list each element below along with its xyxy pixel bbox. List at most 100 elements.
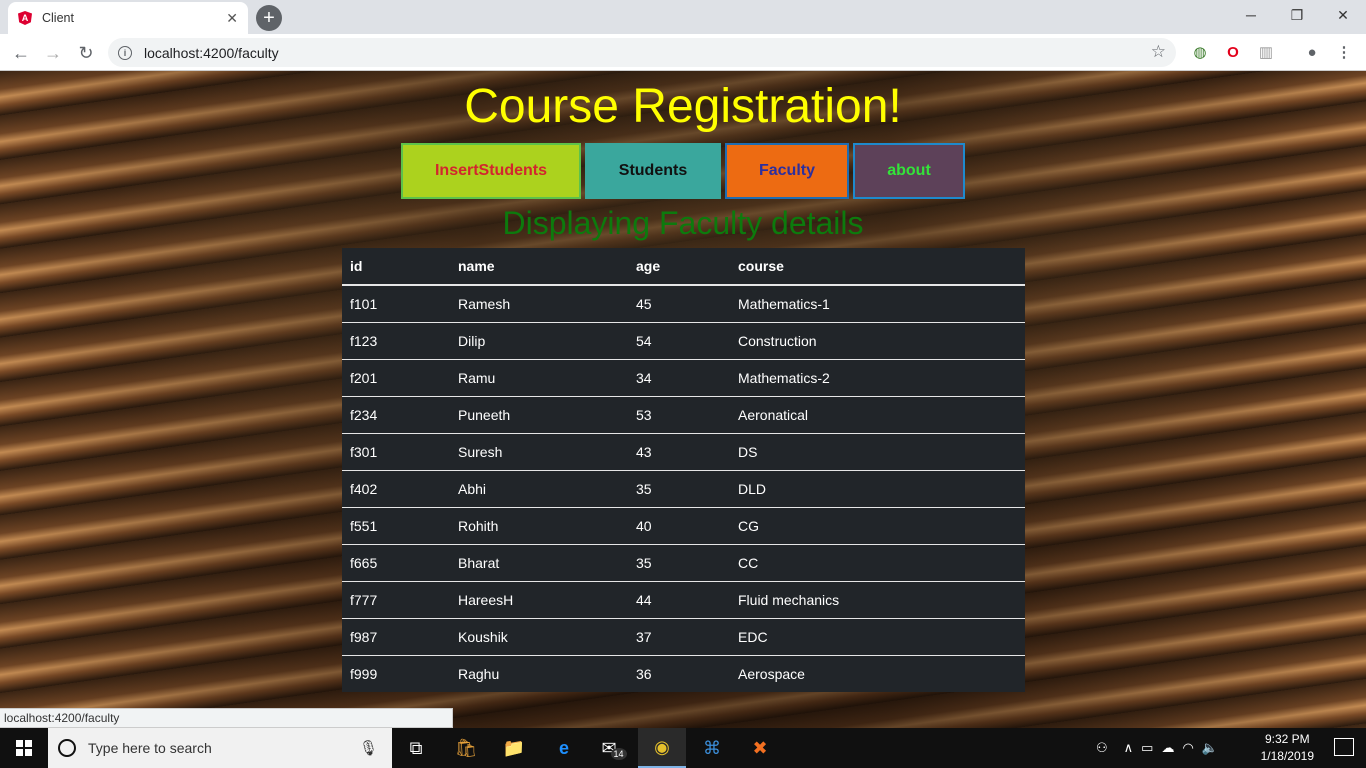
cell-name: Rohith <box>450 507 628 545</box>
table-row: f777 HareesH 44 Fluid mechanics <box>342 581 1025 619</box>
angular-icon: A <box>18 11 32 25</box>
cell-course: Fluid mechanics <box>730 581 1025 619</box>
nav-insert-students[interactable]: InsertStudents <box>401 143 581 199</box>
cortana-icon <box>58 739 76 757</box>
nav-faculty[interactable]: Faculty <box>725 143 849 199</box>
header-id: id <box>342 248 450 286</box>
page-content: Course Registration! InsertStudents Stud… <box>0 71 1366 728</box>
close-tab-icon[interactable]: ✕ <box>226 10 238 27</box>
mail-badge: 14 <box>610 748 627 760</box>
opera-icon[interactable]: O <box>1223 42 1243 62</box>
battery-icon[interactable]: ▭ <box>1141 740 1153 756</box>
cell-id: f123 <box>342 322 450 360</box>
windows-start-button[interactable] <box>0 728 48 768</box>
cell-course: Aerospace <box>738 665 805 682</box>
table-row: f234 Puneeth 53 Aeronatical <box>342 396 1025 434</box>
chrome-icon[interactable]: ◉ <box>638 728 686 768</box>
xampp-icon[interactable]: ✖ <box>736 728 784 768</box>
cell-name: HareesH <box>450 581 628 619</box>
cell-course: EDC <box>730 618 1025 656</box>
browser-toolbar: ← → ↻ i localhost:4200/faculty ☆ ◍ O ▥ ●… <box>0 34 1366 71</box>
restore-icon[interactable]: ❐ <box>1274 0 1320 30</box>
people-icon[interactable]: ⚇ <box>1096 740 1108 756</box>
nav-about[interactable]: about <box>853 143 965 199</box>
wifi-icon[interactable]: ◠ <box>1182 740 1193 756</box>
address-bar[interactable]: i localhost:4200/faculty ☆ <box>108 38 1176 67</box>
cell-name: Ramesh <box>450 285 628 323</box>
taskbar-search[interactable]: Type here to search 🎙 <box>48 728 392 768</box>
cell-age: 53 <box>628 396 730 434</box>
cell-course: DS <box>730 433 1025 471</box>
profile-icon[interactable]: ● <box>1302 42 1322 62</box>
taskbar: Type here to search 🎙 ⧉ 🛍 📁 e ✉ 14 ◉ ⌘ ✖ … <box>0 728 1366 768</box>
tab-strip: A Client ✕ + ─ ❐ ✕ <box>0 0 1366 34</box>
task-view-icon[interactable]: ⧉ <box>392 728 440 768</box>
new-tab-button[interactable]: + <box>256 5 282 31</box>
close-window-icon[interactable]: ✕ <box>1320 0 1366 30</box>
cell-age: 44 <box>628 581 730 619</box>
cell-course: Mathematics-2 <box>730 359 1025 397</box>
forward-icon[interactable]: → <box>40 40 66 66</box>
faculty-table: id name age course f101 Ramesh 45 Mathemati… <box>342 248 1025 692</box>
action-center-icon[interactable] <box>1334 738 1354 756</box>
info-icon[interactable]: i <box>118 45 132 60</box>
header-name: name <box>450 248 628 286</box>
cell-name: Bharat <box>450 544 628 582</box>
extension-chart-icon[interactable]: ▥ <box>1256 42 1276 62</box>
microphone-icon[interactable]: 🎙 <box>359 739 378 757</box>
file-explorer-icon[interactable]: 📁 <box>490 728 538 768</box>
extension-globe-icon[interactable]: ◍ <box>1190 42 1210 62</box>
header-course: course <box>730 248 1025 286</box>
status-bar: localhost:4200/faculty <box>0 708 453 728</box>
mail-icon[interactable]: ✉ 14 <box>590 728 638 768</box>
cell-id: f301 <box>342 433 450 471</box>
bookmark-star-icon[interactable]: ☆ <box>1151 42 1166 62</box>
table-row: f987 Koushik 37 EDC <box>342 618 1025 656</box>
volume-icon[interactable]: 🔈 <box>1202 740 1218 756</box>
clock-date: 1/18/2019 <box>1260 749 1314 763</box>
section-subtitle: Displaying Faculty details <box>502 205 864 241</box>
menu-dots-icon[interactable]: ⋮ <box>1334 42 1354 62</box>
url-text[interactable]: localhost:4200/faculty <box>144 45 279 61</box>
cell-id: f101 <box>342 285 450 323</box>
store-icon[interactable]: 🛍 <box>442 728 490 768</box>
show-hidden-icon[interactable]: ∧ <box>1124 740 1134 756</box>
reload-icon[interactable]: ↻ <box>73 40 99 66</box>
search-placeholder: Type here to search <box>88 740 212 756</box>
cell-age: 36 <box>636 665 652 682</box>
cell-age: 37 <box>628 618 730 656</box>
minimize-icon[interactable]: ─ <box>1228 0 1274 30</box>
clock[interactable]: 9:32 PM 1/18/2019 <box>1261 731 1314 765</box>
cell-name: Dilip <box>450 322 628 360</box>
cell-age: 45 <box>628 285 730 323</box>
cell-age: 35 <box>628 470 730 508</box>
header-age: age <box>628 248 730 286</box>
cell-id: f777 <box>342 581 450 619</box>
cell-course: Mathematics-1 <box>730 285 1025 323</box>
cell-id: f999 <box>350 665 378 682</box>
clock-time: 9:32 PM <box>1264 732 1310 746</box>
table-row: f301 Suresh 43 DS <box>342 433 1025 471</box>
cell-name: Koushik <box>450 618 628 656</box>
cell-name: Ramu <box>450 359 628 397</box>
tab-title: Client <box>42 11 74 25</box>
cell-course: Aeronatical <box>730 396 1025 434</box>
cell-age: 35 <box>628 544 730 582</box>
edge-icon[interactable]: e <box>540 728 588 768</box>
cell-name: Raghu <box>458 665 500 682</box>
table-row: f402 Abhi 35 DLD <box>342 470 1025 508</box>
cell-id: f201 <box>342 359 450 397</box>
back-icon[interactable]: ← <box>8 40 34 66</box>
vscode-icon[interactable]: ⌘ <box>688 728 736 768</box>
onedrive-icon[interactable]: ☁ <box>1161 740 1174 756</box>
cell-id: f234 <box>342 396 450 434</box>
nav-students[interactable]: Students <box>585 143 721 199</box>
table-row: f999 Raghu 36 Aerospace <box>342 655 1025 692</box>
browser-tab[interactable]: A Client ✕ <box>8 2 248 34</box>
tray-icons: ⚇ ∧ ▭ ☁ ◠ 🔈 <box>1096 728 1218 768</box>
cell-id: f987 <box>342 618 450 656</box>
cell-id: f402 <box>342 470 450 508</box>
table-row: f201 Ramu 34 Mathematics-2 <box>342 359 1025 397</box>
cell-id: f665 <box>342 544 450 582</box>
cell-age: 54 <box>628 322 730 360</box>
